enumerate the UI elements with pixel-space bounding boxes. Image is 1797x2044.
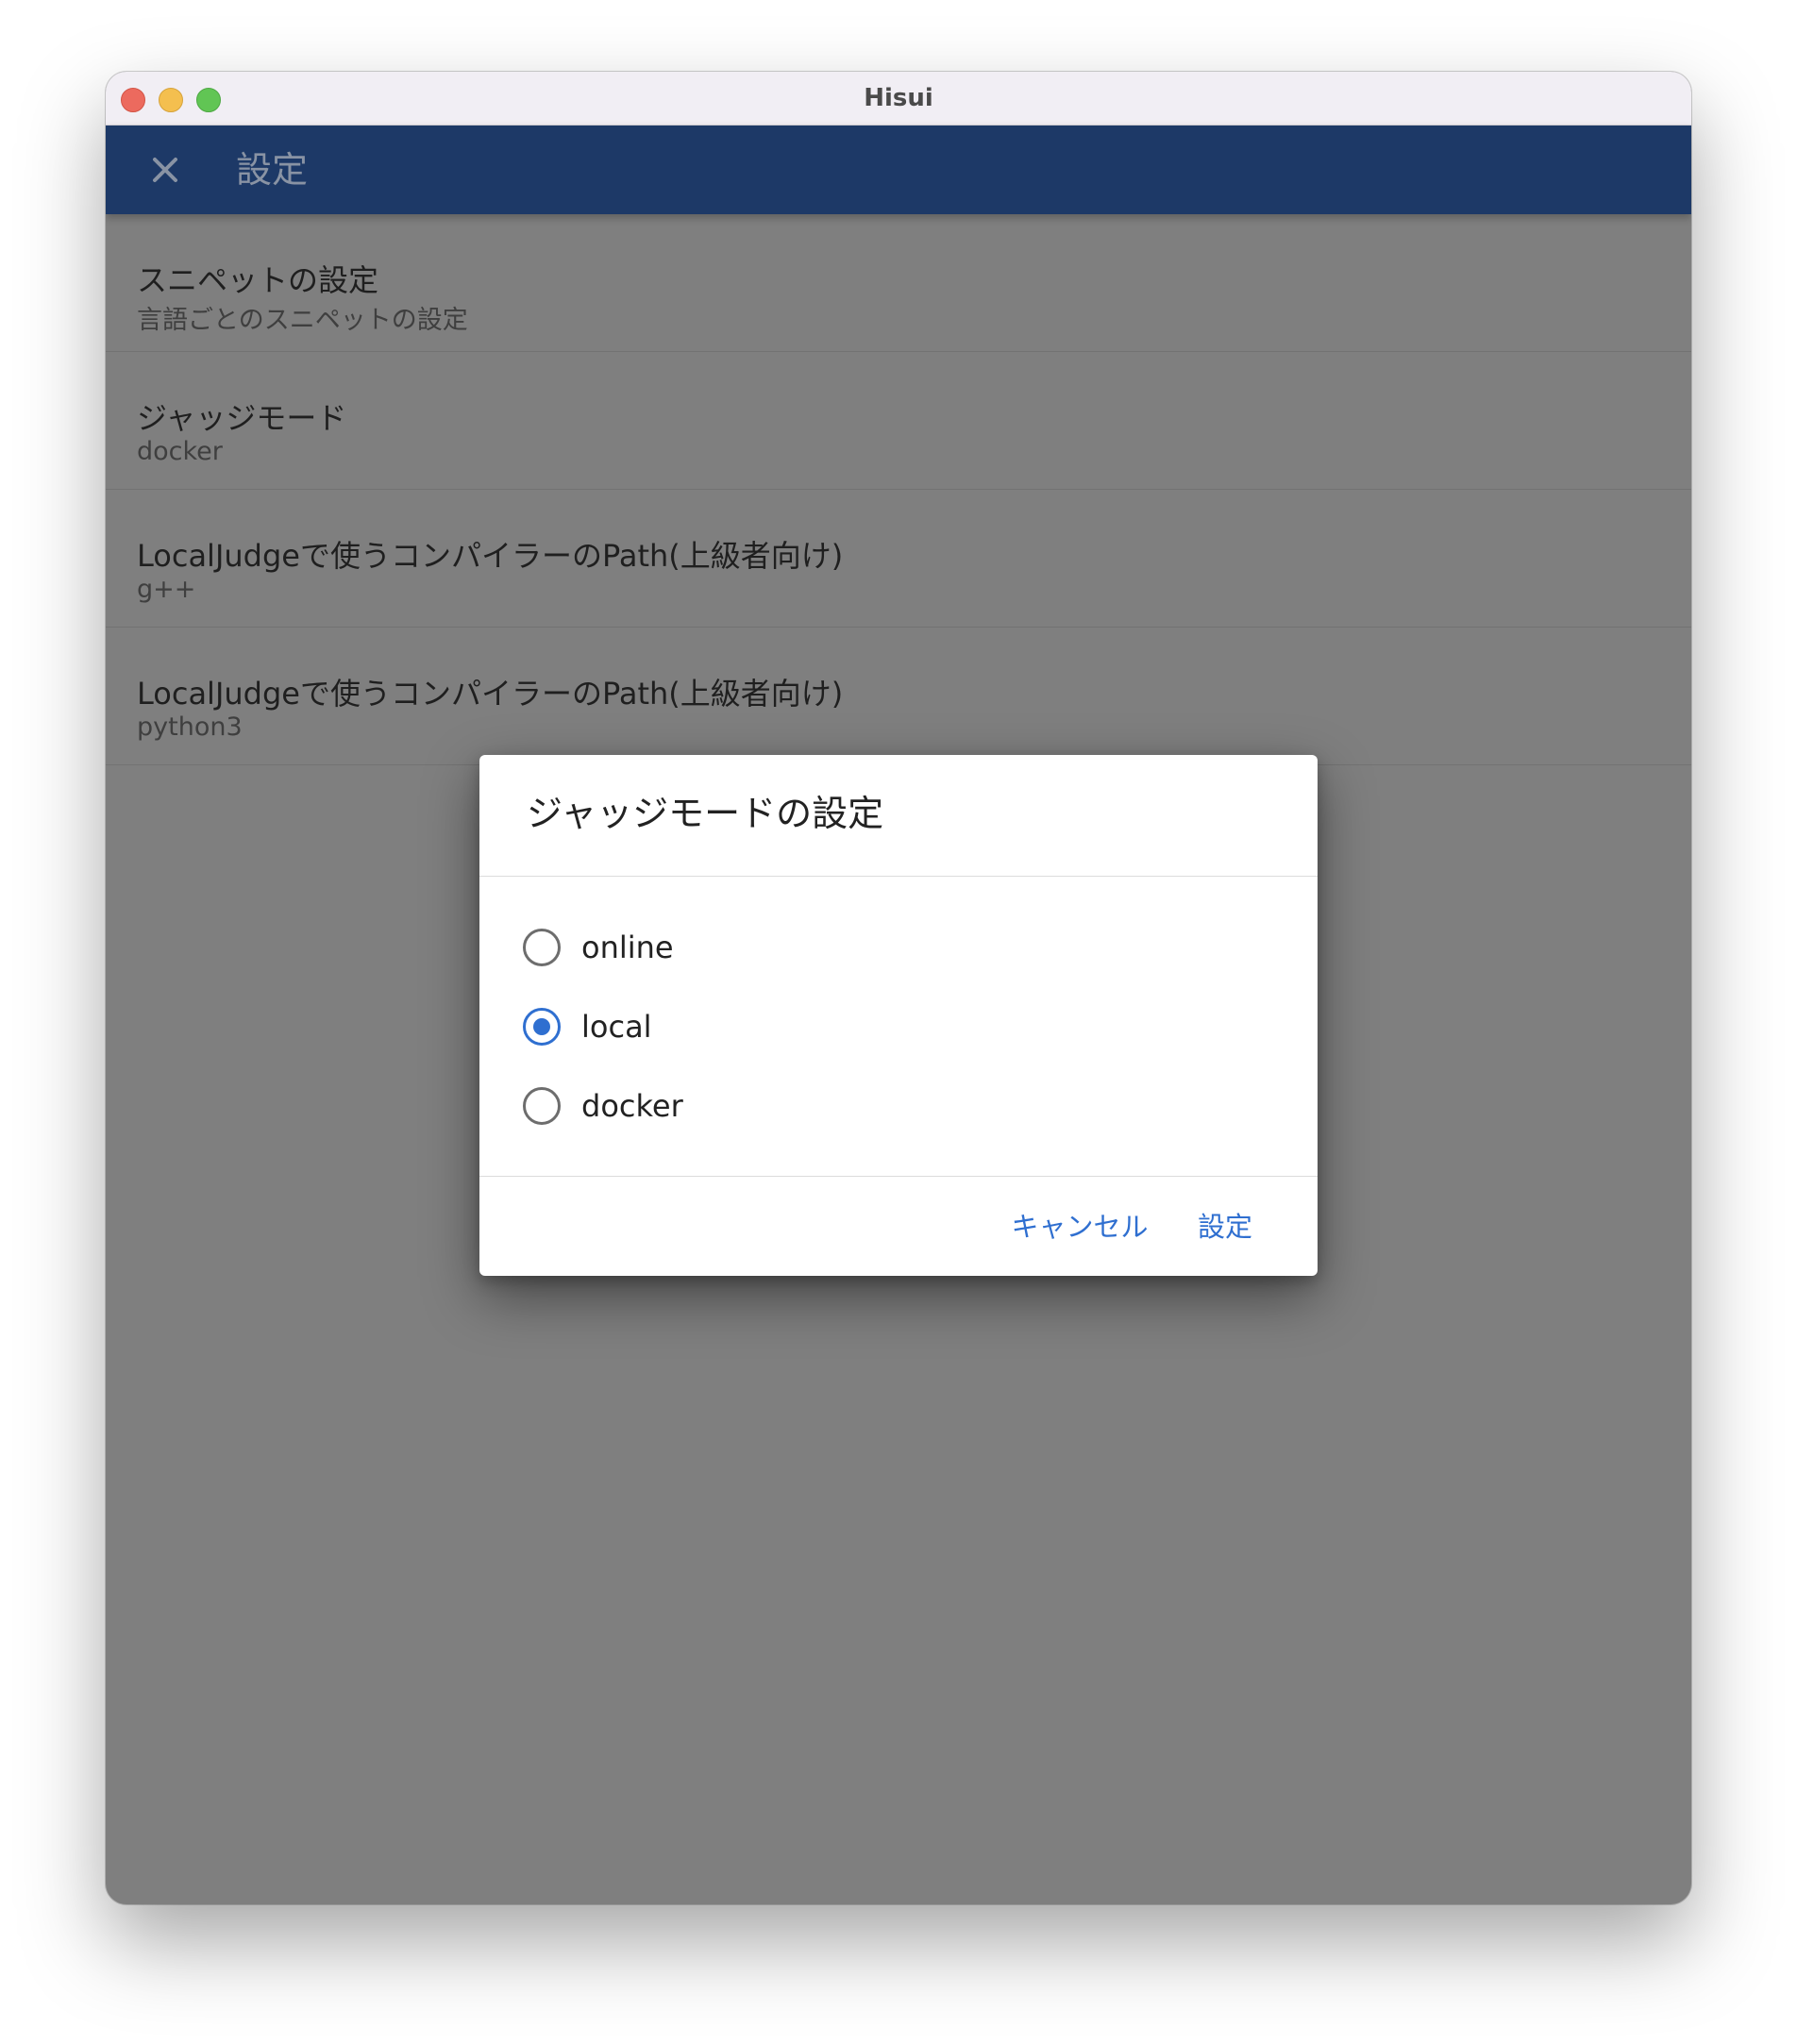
- dialog-title: ジャッジモードの設定: [527, 793, 884, 834]
- judge-mode-dialog: ジャッジモードの設定 online local docker キャンセル 設定: [479, 755, 1318, 1276]
- title-bar[interactable]: Hisui: [106, 72, 1691, 126]
- settings-item-subtitle: g++: [137, 575, 196, 604]
- close-settings-button[interactable]: [143, 148, 187, 192]
- settings-item-title: ジャッジモード: [137, 400, 347, 436]
- dialog-divider: [479, 1176, 1318, 1177]
- close-icon: [153, 158, 177, 182]
- radio-label: online: [581, 930, 674, 965]
- settings-item-subtitle: python3: [137, 712, 243, 742]
- settings-item-cpp-compiler-path[interactable]: LocalJudgeで使うコンパイラーのPath(上級者向け) g++: [106, 490, 1691, 628]
- settings-item-title: スニペットの設定: [137, 262, 379, 298]
- radio-label: docker: [581, 1088, 683, 1124]
- radio-unchecked-icon[interactable]: [523, 929, 561, 966]
- app-bar: 設定: [106, 126, 1691, 214]
- cancel-button[interactable]: キャンセル: [1004, 1189, 1155, 1265]
- radio-label: local: [581, 1009, 652, 1045]
- radio-checked-icon[interactable]: [523, 1008, 561, 1046]
- settings-item-python-path[interactable]: LocalJudgeで使うコンパイラーのPath(上級者向け) python3: [106, 628, 1691, 765]
- settings-item-subtitle: docker: [137, 437, 223, 466]
- settings-item-title: LocalJudgeで使うコンパイラーのPath(上級者向け): [137, 676, 844, 712]
- confirm-button[interactable]: 設定: [1180, 1189, 1270, 1265]
- settings-item-snippets[interactable]: スニペットの設定 言語ごとのスニペットの設定: [106, 214, 1691, 352]
- settings-item-subtitle: 言語ごとのスニペットの設定: [137, 306, 468, 335]
- settings-item-judge-mode[interactable]: ジャッジモード docker: [106, 352, 1691, 490]
- radio-unchecked-icon[interactable]: [523, 1087, 561, 1125]
- settings-item-title: LocalJudgeで使うコンパイラーのPath(上級者向け): [137, 538, 844, 574]
- radio-dot: [533, 1018, 550, 1035]
- radio-option-local[interactable]: local: [523, 1000, 1259, 1057]
- radio-option-online[interactable]: online: [523, 921, 1259, 978]
- radio-option-docker[interactable]: docker: [523, 1080, 1259, 1136]
- page-title: 設定: [236, 149, 309, 191]
- dialog-divider: [479, 876, 1318, 877]
- window-title: Hisui: [864, 84, 933, 112]
- settings-list: スニペットの設定 言語ごとのスニペットの設定 ジャッジモード docker Lo…: [106, 214, 1691, 765]
